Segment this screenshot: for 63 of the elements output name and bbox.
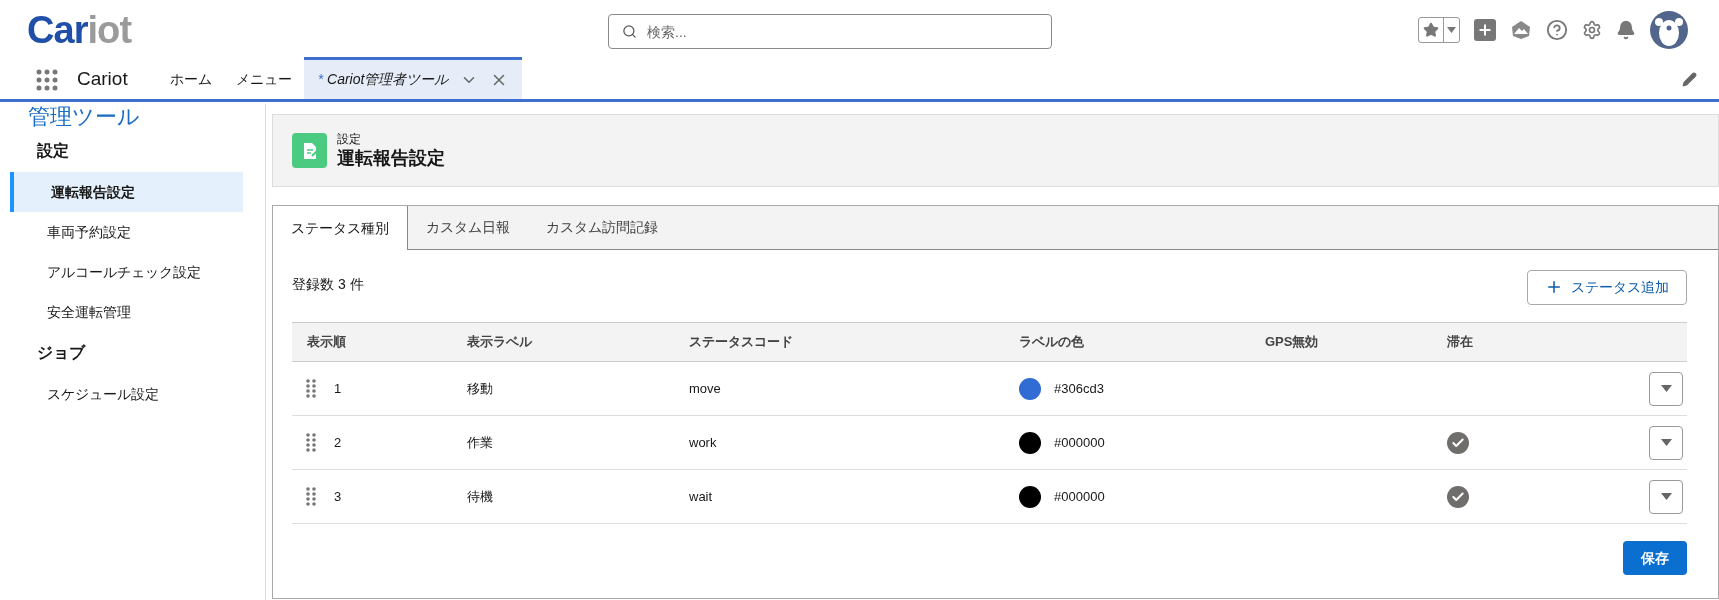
search-icon [622,24,637,39]
color-code-cell-text: #000000 [1054,433,1105,452]
app-name: Cariot [77,67,128,92]
code-cell-text: wait [689,487,714,506]
sidebar-item[interactable]: アルコールチェック設定 [10,252,243,292]
sidebar-item[interactable]: 車両予約設定 [10,212,243,252]
drag-handle-icon[interactable] [306,486,316,507]
caret-icon [1660,493,1672,500]
drag-handle-icon[interactable] [306,432,316,453]
label-cell-text: 移動 [467,379,494,398]
order-cell-text: 2 [334,433,342,452]
settings-icon[interactable] [1582,20,1602,40]
nav-tab[interactable]: * Cariot管理者ツール [303,57,523,99]
sidebar-item[interactable]: スケジュール設定 [10,374,243,414]
row-menu-button[interactable] [1649,425,1683,460]
add-status-button[interactable]: ステータス追加 [1527,269,1687,305]
search-field[interactable]: 検索... [608,14,1052,49]
sidebar-item[interactable]: 安全運転管理 [10,292,243,332]
row-menu-button[interactable] [1649,371,1683,406]
star-icon [1423,22,1439,38]
document-icon [292,133,327,168]
code-cell-text: work [689,433,718,452]
caret-icon [1447,27,1456,33]
row-menu-button[interactable] [1649,479,1683,514]
edit-icon[interactable] [1682,72,1697,87]
column-header: GPS無効 [1265,333,1320,352]
order-cell-text: 3 [334,487,342,506]
column-header: 表示順 [306,333,347,352]
bell-icon[interactable] [1616,20,1636,40]
page-title: 運転報告設定 [337,146,445,170]
nav-link[interactable]: ホーム [157,60,224,99]
color-code-cell-text: #000000 [1054,487,1105,506]
save-button[interactable]: 保存 [1623,541,1687,575]
sidebar-heading: ジョブ [36,343,87,363]
caret-icon [1660,439,1672,446]
mountain-icon[interactable] [1510,20,1532,40]
tab[interactable]: カスタム日報 [408,206,528,249]
drag-handle-icon[interactable] [306,378,316,399]
sidebar-title: 管理ツール [27,104,141,130]
tab[interactable]: ステータス種別 [273,206,408,250]
app-launcher-icon[interactable] [36,68,58,91]
code-cell-text: move [689,379,722,398]
column-header: 表示ラベル [467,333,533,352]
caret-icon [1660,385,1672,392]
color-code-cell-text: #306cd3 [1054,379,1104,398]
logo: Cariot [27,11,132,49]
favorites-button[interactable] [1418,17,1460,43]
plus-icon [1545,278,1563,296]
sidebar-item[interactable]: 運転報告設定 [10,172,243,212]
column-header: ラベルの色 [1019,333,1085,352]
nav-link[interactable]: メニュー [223,60,304,99]
order-cell-text: 1 [334,379,342,398]
label-cell-text: 作業 [467,433,494,452]
avatar-icon[interactable] [1650,11,1688,49]
label-cell-text: 待機 [467,487,494,506]
add-icon[interactable] [1474,19,1496,41]
tab[interactable]: カスタム訪問記録 [528,206,676,249]
sidebar-heading: 設定 [36,141,70,161]
page-overline: 設定 [337,131,362,147]
help-icon[interactable] [1546,19,1568,41]
record-count: 登録数 3 件 [292,274,364,294]
column-header: 滞在 [1447,333,1474,352]
column-header: ステータスコード [689,333,794,352]
